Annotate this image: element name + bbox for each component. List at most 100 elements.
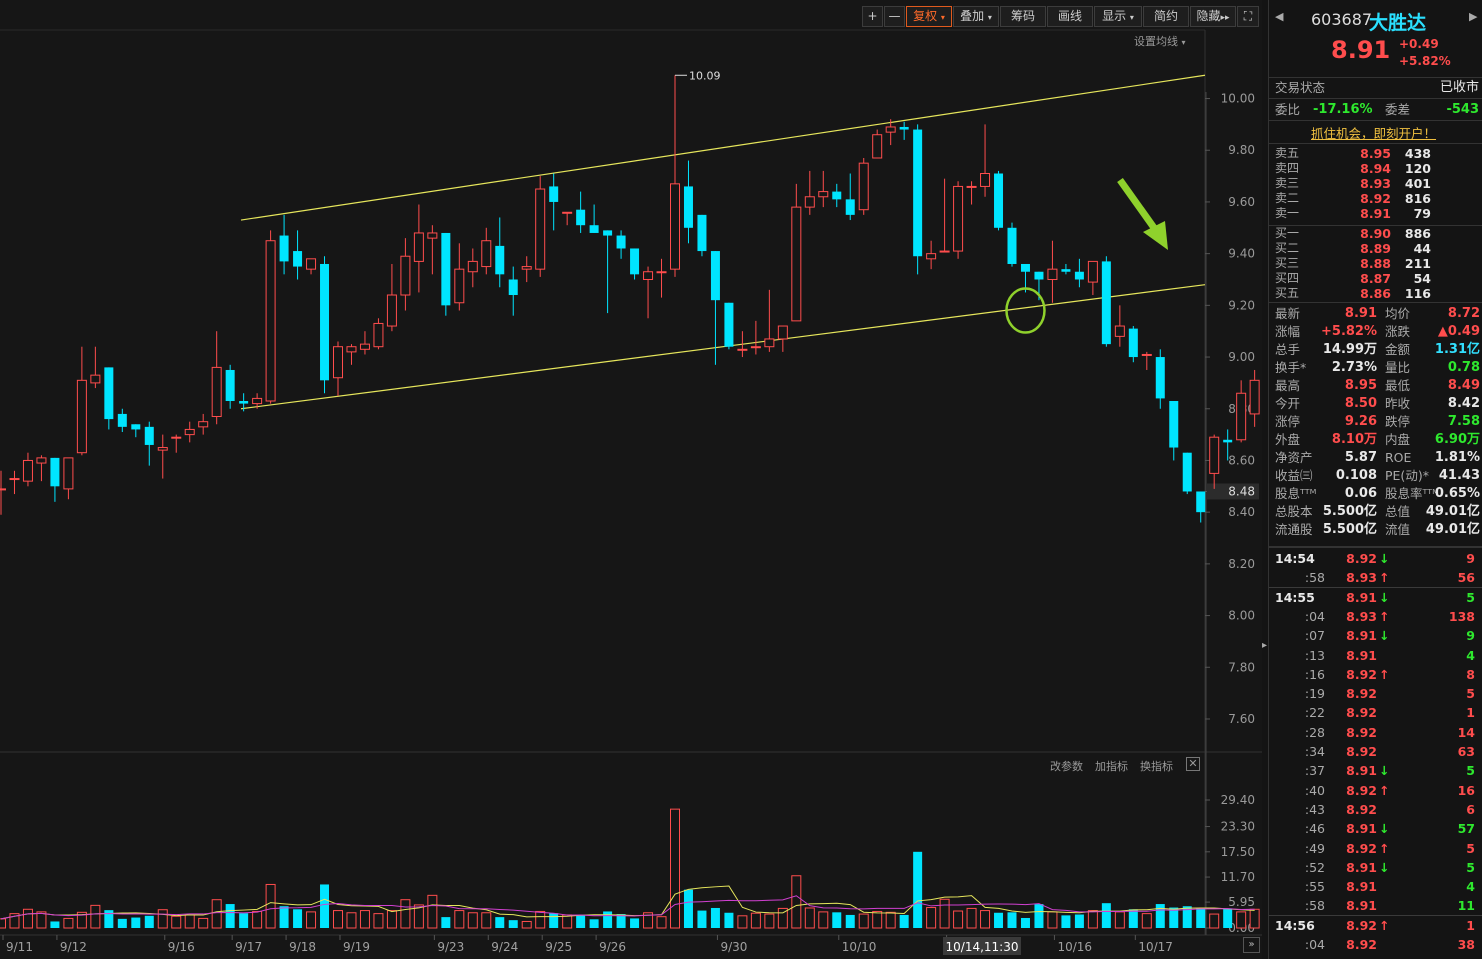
diejia-button[interactable]: 叠加 ▾ xyxy=(953,6,999,27)
tick-volume: 16 xyxy=(1457,782,1475,798)
fuquan-label: 复权 xyxy=(913,9,938,23)
volume-bar-down xyxy=(1223,908,1233,928)
yincang-button[interactable]: 隐藏▸▸ xyxy=(1190,6,1236,27)
quote-panel: ◀ ▶ 603687 大胜达 8.91 +0.49 +5.82% 交易状态 已收… xyxy=(1268,0,1482,959)
candle-body-down xyxy=(589,225,599,233)
volume-bar-up xyxy=(1141,913,1152,929)
volume-bar-down xyxy=(1128,909,1138,928)
tick-time: :07 xyxy=(1304,628,1325,644)
orderbook-row[interactable]: 卖四 8.94 120 xyxy=(1269,161,1482,176)
tick-time: :04 xyxy=(1304,608,1325,624)
candle-body-down xyxy=(724,302,734,347)
stats-label: 外盘 xyxy=(1275,432,1301,447)
volume-bar-down xyxy=(225,904,235,928)
chouma-button[interactable]: 筹码 xyxy=(1000,6,1046,27)
volume-bar-up xyxy=(1236,911,1247,929)
candle-body-down xyxy=(1196,491,1206,513)
candle-body-down xyxy=(576,209,586,226)
huaxian-button[interactable]: 画线 xyxy=(1047,6,1093,27)
xianshi-label: 显示 xyxy=(1102,9,1127,23)
candle-body-down xyxy=(144,426,154,445)
ma-setting-link[interactable]: 设置均线 ▾ xyxy=(1134,33,1186,49)
tick-row: :16 8.92 ↑ 8 xyxy=(1269,665,1482,684)
candle-body-up xyxy=(1087,260,1098,283)
kline-chart-area[interactable]: 10.009.809.609.409.209.008.808.608.488.4… xyxy=(0,0,1267,959)
prev-stock-icon[interactable]: ◀ xyxy=(1275,10,1283,23)
volume-bar-down xyxy=(239,913,249,928)
candle-body-down xyxy=(1074,271,1084,280)
volume-bar-down xyxy=(899,914,909,928)
volume-bar-up xyxy=(953,910,964,929)
fuquan-button[interactable]: 复权 ▾ xyxy=(906,6,952,27)
candle-body-up xyxy=(171,436,182,439)
orderbook-row[interactable]: 买二 8.89 44 xyxy=(1269,241,1482,256)
gaicanshu-link[interactable]: 改参数 xyxy=(1050,758,1083,774)
orderbook-row[interactable]: 买五 8.86 116 xyxy=(1269,286,1482,301)
candle-body-up xyxy=(373,322,384,348)
scroll-right-button[interactable]: » xyxy=(1243,937,1260,953)
candle-body-down xyxy=(697,214,707,252)
stats-value: 8.10万 xyxy=(1331,432,1377,447)
tick-volume: 4 xyxy=(1466,647,1475,663)
tick-row: :22 8.92 1 xyxy=(1269,703,1482,722)
next-stock-icon[interactable]: ▶ xyxy=(1469,10,1477,23)
volume-bar-up xyxy=(346,912,357,929)
candle-body-up xyxy=(0,488,6,491)
tick-time: :52 xyxy=(1304,859,1325,875)
tick-price: 8.92 xyxy=(1346,744,1377,759)
candle-body-up xyxy=(872,134,883,159)
candle-body-up xyxy=(346,346,357,353)
fullscreen-icon: ⛶ xyxy=(1243,9,1253,23)
volume-bar-up xyxy=(670,808,680,929)
close-indicator-icon[interactable]: ✕ xyxy=(1186,757,1200,771)
orderbook-row[interactable]: 卖三 8.93 401 xyxy=(1269,176,1482,191)
trade-status-row: 交易状态 已收市 xyxy=(1269,79,1482,97)
orderbook-row[interactable]: 卖二 8.92 816 xyxy=(1269,191,1482,206)
kline-chart-svg[interactable]: 10.009.809.609.409.209.008.808.608.488.4… xyxy=(0,0,1262,959)
orderbook-volume: 79 xyxy=(1413,206,1431,221)
volume-bar-up xyxy=(90,904,101,929)
fullscreen-button[interactable]: ⛶ xyxy=(1237,6,1259,27)
jianyue-button[interactable]: 简约 xyxy=(1143,6,1189,27)
volume-bar-down xyxy=(104,910,114,928)
price-tick-label: 9.40 xyxy=(1228,247,1255,261)
orderbook-row[interactable]: 买三 8.88 211 xyxy=(1269,256,1482,271)
weibi-value: -17.16% xyxy=(1313,102,1373,117)
candle-body-up xyxy=(90,374,101,384)
zoom-out-button[interactable]: — xyxy=(884,6,905,27)
orderbook-row[interactable]: 买一 8.90 886 xyxy=(1269,226,1482,241)
volume-bar-down xyxy=(832,912,842,928)
tick-time: :58 xyxy=(1304,898,1325,914)
tick-arrow-up-icon: ↑ xyxy=(1379,570,1390,586)
price-tick-label: 9.60 xyxy=(1228,195,1255,209)
volume-bar-up xyxy=(858,913,869,929)
panel-collapse-icon[interactable]: ▸ xyxy=(1262,640,1267,651)
zoom-in-button[interactable]: + xyxy=(862,6,883,27)
price-tick-label: 9.00 xyxy=(1228,350,1255,364)
volume-bar-up xyxy=(521,920,532,929)
stats-row: 最高 8.95 最低 8.49 xyxy=(1269,377,1482,395)
volume-bar-up xyxy=(1249,908,1260,929)
candle-body-up xyxy=(400,255,411,296)
candle-body-up xyxy=(306,258,317,270)
jiazhibiao-link[interactable]: 加指标 xyxy=(1095,758,1128,774)
open-account-promo-link[interactable]: 抓住机会，即刻开户！ xyxy=(1311,123,1436,142)
volume-bar-up xyxy=(1114,911,1125,929)
ma-setting-label: 设置均线 xyxy=(1134,35,1178,48)
xianshi-button[interactable]: 显示 ▾ xyxy=(1094,6,1142,27)
stats-value: 9.26 xyxy=(1344,414,1377,429)
dropdown-icon: ▾ xyxy=(1129,13,1134,22)
orderbook-row[interactable]: 卖五 8.95 438 xyxy=(1269,146,1482,161)
volume-bar-down xyxy=(845,914,855,928)
orderbook-row[interactable]: 卖一 8.91 79 xyxy=(1269,206,1482,221)
orderbook-row[interactable]: 买四 8.87 54 xyxy=(1269,271,1482,286)
huanzhibiao-link[interactable]: 换指标 xyxy=(1140,758,1173,774)
tick-time: :22 xyxy=(1304,705,1325,721)
orderbook-volume: 438 xyxy=(1404,146,1431,161)
candle-body-up xyxy=(211,366,222,418)
volume-bar-down xyxy=(724,912,734,928)
candle-body-down xyxy=(994,173,1004,228)
tick-time: :46 xyxy=(1304,821,1325,837)
tick-time: :28 xyxy=(1304,724,1325,740)
volume-bar-up xyxy=(656,916,667,929)
